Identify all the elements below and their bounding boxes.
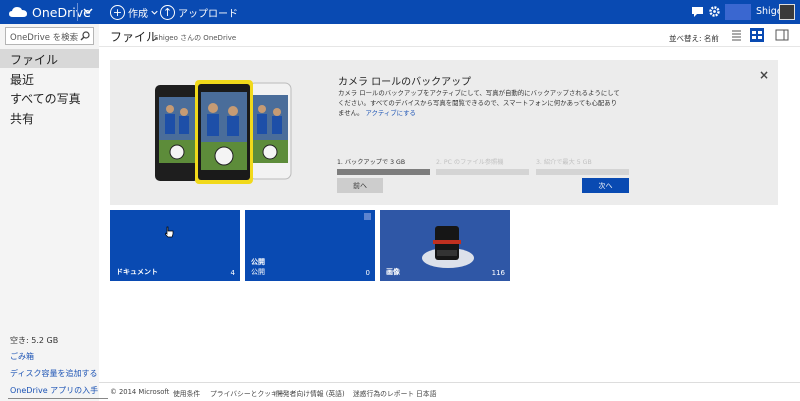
sidebar-item-shared[interactable]: 共有 bbox=[0, 108, 99, 127]
step-2-label: 2. PC のファイル参照機 bbox=[436, 159, 504, 166]
footer-link-report-abuse[interactable]: 迷惑行為のレポート bbox=[353, 388, 414, 398]
sort-menu[interactable]: 並べ替え: 名前 bbox=[669, 33, 719, 44]
footer-link-developers[interactable]: 開発者向け情報 (英語) bbox=[276, 388, 345, 398]
search-icon[interactable] bbox=[80, 31, 90, 41]
chevron-down-icon[interactable] bbox=[83, 6, 93, 16]
camera-backup-panel: カメラ ロールのバックアップ カメラ ロールのバックアップをアクティブにして、写… bbox=[110, 60, 778, 205]
activate-link[interactable]: アクティブにする bbox=[365, 109, 416, 117]
sidebar: OneDrive を検索 ファイル 最近 すべての写真 共有 空き: 5.2 G… bbox=[0, 24, 99, 401]
tile-name: 画像 bbox=[386, 268, 400, 276]
step-1-progress bbox=[337, 169, 430, 175]
tile-count: 4 bbox=[230, 269, 235, 277]
breadcrumb[interactable]: Shigeo さんの OneDrive bbox=[154, 33, 236, 43]
phones-image bbox=[155, 80, 292, 184]
search-placeholder: OneDrive を検索 bbox=[10, 33, 79, 43]
sidebar-item-files[interactable]: ファイル bbox=[0, 49, 99, 68]
tile-name: ドキュメント bbox=[116, 268, 158, 276]
logo-text: OneDrive bbox=[32, 4, 91, 20]
step-3-progress bbox=[536, 169, 629, 175]
gear-icon[interactable] bbox=[708, 5, 721, 18]
tile-count: 116 bbox=[491, 269, 505, 277]
user-area[interactable] bbox=[725, 4, 751, 20]
copyright: © 2014 Microsoft bbox=[110, 388, 170, 396]
avatar[interactable] bbox=[779, 4, 795, 20]
mouse-cursor-icon bbox=[165, 226, 174, 238]
search-input[interactable]: OneDrive を検索 bbox=[5, 27, 94, 45]
chat-icon[interactable] bbox=[691, 5, 704, 18]
footer-link-terms[interactable]: 使用条件 bbox=[173, 388, 200, 398]
divider bbox=[99, 382, 800, 383]
upload-icon: ↑ bbox=[160, 4, 175, 20]
divider bbox=[99, 46, 800, 47]
step-3-label: 3. 紹介で最大 5 GB bbox=[536, 159, 592, 166]
tile-count: 0 bbox=[365, 269, 370, 277]
sidebar-item-recent[interactable]: 最近 bbox=[0, 69, 99, 88]
step-1-progress-fill bbox=[337, 169, 430, 175]
tile-sharing: 公開 bbox=[251, 268, 265, 276]
sidebar-item-all-photos[interactable]: すべての写真 bbox=[0, 88, 99, 107]
footer-link-language[interactable]: 日本語 bbox=[416, 388, 436, 398]
folder-tile-public[interactable]: 公開 公開 0 bbox=[245, 210, 375, 281]
folder-tile-documents[interactable]: ドキュメント 4 bbox=[110, 210, 240, 281]
create-label: 作成 bbox=[128, 8, 148, 20]
footer-link-privacy[interactable]: プライバシーとクッキー bbox=[210, 388, 285, 398]
panel-title: カメラ ロールのバックアップ bbox=[338, 77, 472, 88]
create-button[interactable]: + 作成 bbox=[110, 3, 158, 21]
next-button[interactable]: 次へ bbox=[582, 178, 629, 193]
upload-button[interactable]: ↑ アップロード bbox=[160, 3, 238, 21]
add-storage-link[interactable]: ディスク容量を追加する bbox=[10, 368, 97, 379]
free-space: 空き: 5.2 GB bbox=[10, 336, 59, 345]
details-pane-icon[interactable] bbox=[775, 28, 789, 42]
step-1-label: 1. バックアップで 3 GB bbox=[337, 159, 406, 166]
divider bbox=[8, 398, 108, 399]
prev-button[interactable]: 前へ bbox=[337, 178, 383, 193]
recycle-bin-link[interactable]: ごみ箱 bbox=[10, 351, 34, 362]
panel-description: カメラ ロールのバックアップをアクティブにして、写真が自動的にバックアップされる… bbox=[338, 88, 623, 118]
get-apps-link[interactable]: OneDrive アプリの入手 bbox=[10, 385, 98, 396]
onedrive-logo[interactable]: OneDrive bbox=[8, 3, 91, 21]
close-icon[interactable]: × bbox=[759, 68, 769, 82]
tile-view-icon[interactable] bbox=[750, 28, 764, 42]
step-2-progress bbox=[436, 169, 529, 175]
list-view-icon[interactable] bbox=[729, 28, 743, 42]
chevron-down-icon bbox=[151, 10, 158, 15]
divider bbox=[77, 3, 78, 21]
plus-icon: + bbox=[110, 4, 125, 20]
cloud-icon bbox=[9, 7, 27, 17]
page-title: ファイル bbox=[110, 30, 159, 44]
select-checkbox[interactable] bbox=[364, 213, 371, 220]
tile-name: 公開 bbox=[251, 258, 265, 266]
top-bar: OneDrive + 作成 ↑ アップロード Shigeo bbox=[0, 0, 800, 24]
upload-label: アップロード bbox=[178, 8, 238, 20]
folder-tile-pictures[interactable]: 画像 116 bbox=[380, 210, 510, 281]
